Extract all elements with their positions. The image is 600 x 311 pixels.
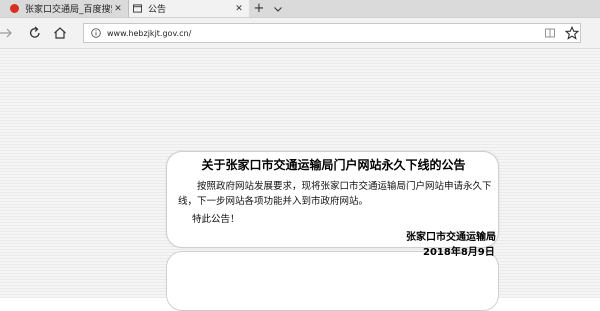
notice-body: 按照政府网站发展要求，现将张家口市交通运输局门户网站申请永久下线，下一步网站各项…: [178, 181, 492, 207]
notice-signature: 张家口市交通运输局: [406, 232, 496, 243]
notice-date: 2018年8月9日: [423, 247, 495, 258]
home-icon: [54, 27, 66, 39]
address-toolbar: [0, 18, 600, 49]
forward-arrow-icon: [0, 28, 12, 38]
tab-baidu-search[interactable]: 张家口交通局_百度搜索 ✕: [0, 0, 128, 17]
notice-card-lower: [166, 251, 499, 311]
star-icon[interactable]: [565, 26, 579, 40]
tab-label: 张家口交通局_百度搜索: [25, 5, 112, 15]
address-bar[interactable]: [83, 23, 581, 43]
refresh-icon: [29, 26, 40, 38]
new-tab-button[interactable]: +: [251, 0, 267, 17]
reading-view-icon[interactable]: [545, 28, 555, 38]
forward-button[interactable]: [0, 25, 14, 41]
close-tab-icon[interactable]: ✕: [233, 4, 245, 14]
home-button[interactable]: [52, 25, 68, 41]
page-icon: [133, 4, 142, 13]
url-input[interactable]: [107, 26, 527, 40]
tab-bar: 张家口交通局_百度搜索 ✕ 公告 ✕ +: [0, 0, 600, 18]
refresh-button[interactable]: [27, 25, 43, 41]
close-tab-icon[interactable]: ✕: [112, 4, 124, 14]
tab-notice[interactable]: 公告 ✕: [128, 0, 249, 17]
chevron-down-icon: [274, 6, 282, 12]
tab-list-button[interactable]: [270, 0, 286, 17]
notice-title: 关于张家口市交通运输局门户网站永久下线的公告: [201, 158, 466, 172]
baidu-icon: [10, 4, 19, 13]
tab-label: 公告: [148, 5, 167, 15]
notice-closing: 特此公告！: [192, 214, 240, 225]
notice-card: 关于张家口市交通运输局门户网站永久下线的公告 按照政府网站发展要求，现将张家口市…: [166, 151, 499, 248]
page-content: 关于张家口市交通运输局门户网站永久下线的公告 按照政府网站发展要求，现将张家口市…: [0, 49, 600, 311]
info-icon[interactable]: [91, 28, 101, 38]
